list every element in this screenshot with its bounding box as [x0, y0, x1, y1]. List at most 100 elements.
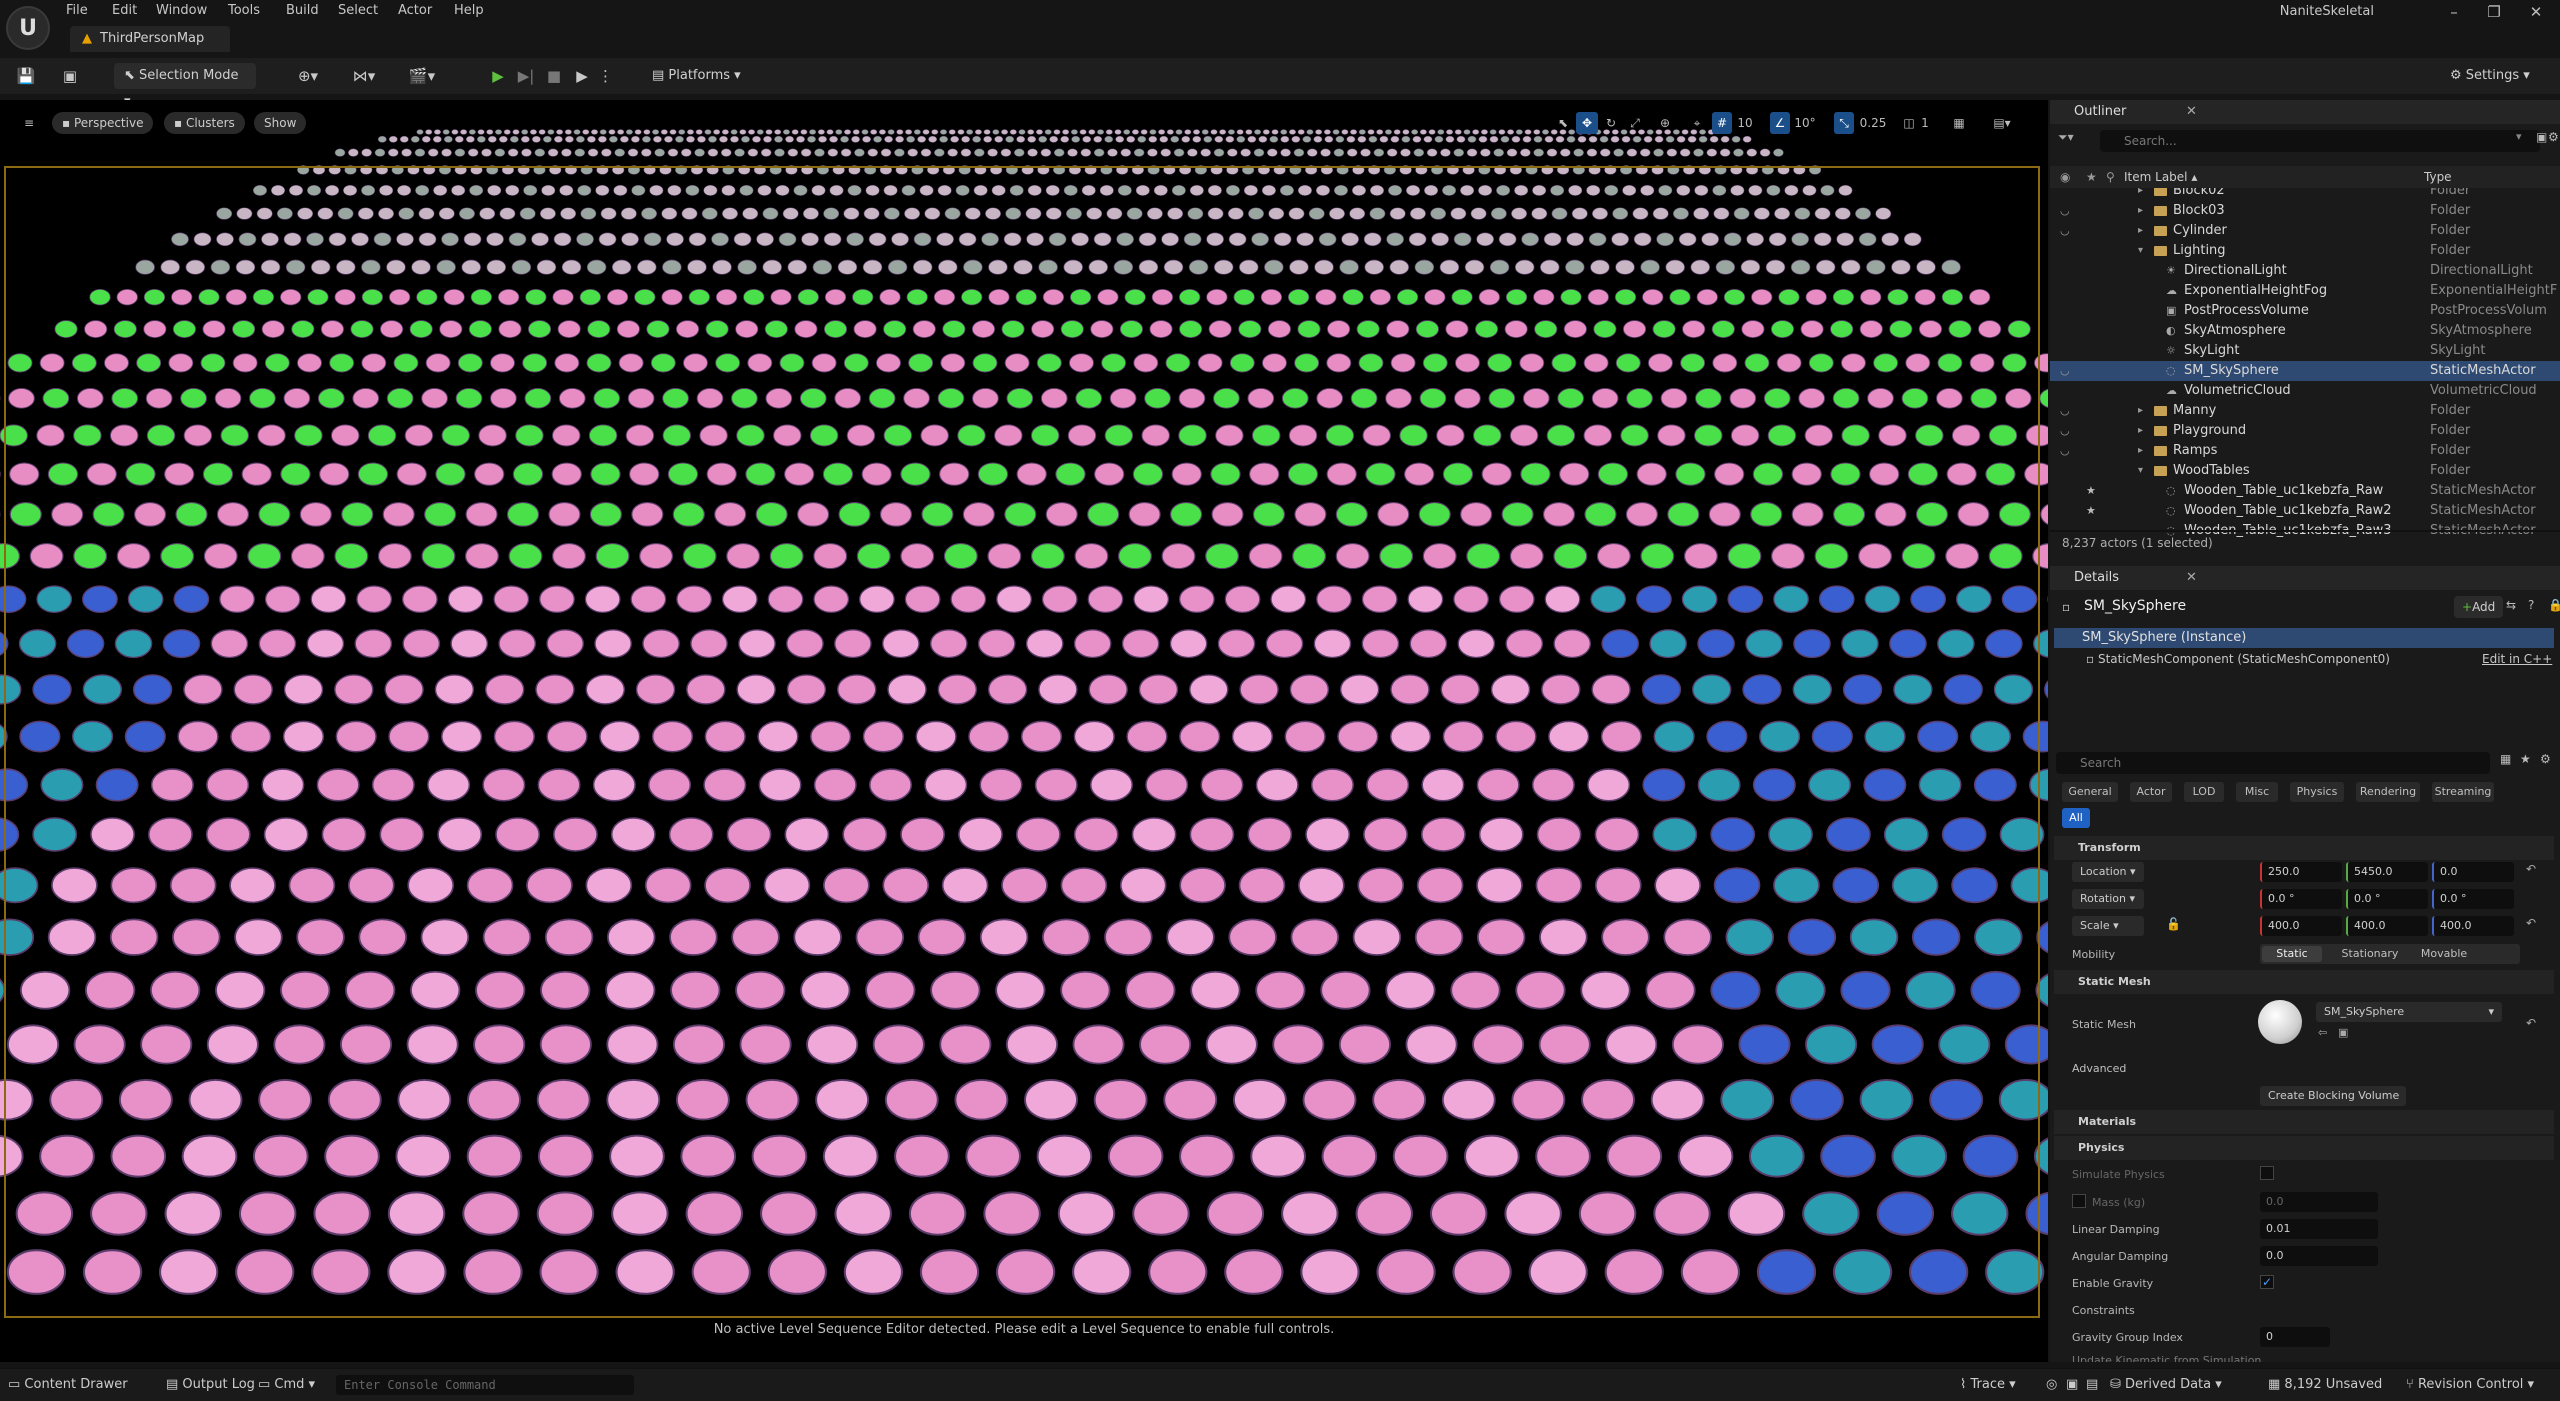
rotation-x-field[interactable]: 0.0 °: [2260, 889, 2342, 909]
surface-snap-icon[interactable]: ⌖: [1686, 112, 1708, 134]
expand-arrow-icon[interactable]: ▸: [2138, 188, 2143, 201]
menu-window[interactable]: Window: [156, 0, 207, 22]
visibility-eye-icon[interactable]: ◡: [2060, 441, 2070, 461]
visibility-column-icon[interactable]: ◉: [2060, 166, 2070, 188]
angular-damping-field[interactable]: 0.0: [2260, 1246, 2378, 1266]
screenshot-icon[interactable]: ▣: [2066, 1374, 2078, 1396]
blueprint-icon[interactable]: ⋈▾: [346, 64, 382, 88]
snapshot-icon[interactable]: ◎: [2046, 1374, 2057, 1396]
play-icon[interactable]: ▶: [486, 64, 510, 88]
scale-snap-value[interactable]: 0.25: [1856, 112, 1890, 134]
category-actor[interactable]: Actor: [2130, 782, 2172, 802]
gravity-group-field[interactable]: 0: [2260, 1327, 2330, 1347]
outliner-row[interactable]: ▾LightingFolder: [2050, 241, 2560, 261]
record-icon[interactable]: ▤: [2086, 1374, 2098, 1396]
outliner-row[interactable]: ◡▸CylinderFolder: [2050, 221, 2560, 241]
expand-arrow-icon[interactable]: ▸: [2138, 441, 2143, 461]
mass-override-checkbox[interactable]: [2072, 1194, 2086, 1208]
camera-speed-value[interactable]: 1: [1918, 112, 1932, 134]
visibility-eye-icon[interactable]: ◡: [2060, 401, 2070, 421]
outliner-row[interactable]: ☼SkyLightSkyLight: [2050, 341, 2560, 361]
menu-build[interactable]: Build: [286, 0, 319, 22]
unreal-logo-icon[interactable]: U: [6, 6, 50, 50]
cinematics-icon[interactable]: 🎬▾: [402, 64, 442, 88]
mobility-stationary[interactable]: Stationary: [2332, 946, 2408, 962]
enable-gravity-checkbox[interactable]: ✓: [2260, 1275, 2274, 1289]
materials-section[interactable]: Materials: [2054, 1110, 2554, 1134]
rotation-dropdown[interactable]: Rotation ▾: [2072, 889, 2144, 909]
expand-arrow-icon[interactable]: ▾: [2138, 241, 2143, 261]
scale-snap-icon[interactable]: ⤡: [1834, 112, 1854, 134]
category-lod[interactable]: LOD: [2184, 782, 2224, 802]
show-button[interactable]: Show: [254, 112, 306, 134]
play-options-icon[interactable]: ⋮: [598, 64, 612, 88]
location-x-field[interactable]: 250.0: [2260, 862, 2342, 882]
static-mesh-picker[interactable]: SM_SkySphere▾: [2316, 1002, 2502, 1022]
expand-arrow-icon[interactable]: ▸: [2138, 221, 2143, 241]
viewport-menu-icon[interactable]: ≡: [16, 112, 42, 134]
category-general[interactable]: General: [2062, 782, 2118, 802]
save-icon[interactable]: 💾: [14, 64, 38, 88]
property-matrix-icon[interactable]: ▦: [2500, 752, 2511, 766]
category-streaming[interactable]: Streaming: [2432, 782, 2494, 802]
scale-x-field[interactable]: 400.0: [2260, 916, 2342, 936]
search-dropdown-icon[interactable]: ▾: [2516, 130, 2522, 143]
outliner-settings-icon[interactable]: ⚙: [2548, 130, 2559, 144]
browse-asset-icon[interactable]: ▣: [2338, 1026, 2348, 1039]
close-window-button[interactable]: ✕: [2518, 2, 2554, 22]
help-icon[interactable]: ?: [2528, 598, 2534, 612]
component-row[interactable]: ▫ StaticMeshComponent (StaticMeshCompone…: [2086, 652, 2390, 666]
view-mode-button[interactable]: ▪ Clusters: [164, 112, 245, 134]
menu-help[interactable]: Help: [454, 0, 484, 22]
static-mesh-section[interactable]: Static Mesh: [2054, 970, 2554, 994]
lock-column-icon[interactable]: ⚲: [2106, 166, 2115, 188]
reset-scale-icon[interactable]: ↶: [2526, 916, 2536, 930]
platforms-dropdown[interactable]: ▤ Platforms ▾: [642, 63, 752, 89]
outliner-row[interactable]: ★◌Wooden_Table_uc1kebzfa_RawStaticMeshAc…: [2050, 481, 2560, 501]
camera-speed-icon[interactable]: ◫: [1898, 112, 1920, 134]
selection-mode-dropdown[interactable]: ⬉ Selection Mode ▾: [114, 63, 256, 89]
filter-icon[interactable]: ⏷▾: [2058, 130, 2074, 145]
scale-y-field[interactable]: 400.0: [2346, 916, 2428, 936]
type-column[interactable]: Type: [2424, 166, 2452, 188]
outliner-row[interactable]: ◡▸Block03Folder: [2050, 201, 2560, 221]
outliner-row[interactable]: ▾WoodTablesFolder: [2050, 461, 2560, 481]
world-space-icon[interactable]: ⊕: [1654, 112, 1676, 134]
trace-dropdown[interactable]: ⌇ Trace ▾: [1960, 1374, 2016, 1396]
item-label-column[interactable]: Item Label ▴: [2124, 166, 2197, 188]
blueprint-convert-icon[interactable]: ⇆: [2506, 598, 2516, 612]
outliner-tab[interactable]: Outliner ✕: [2050, 100, 2560, 124]
rotation-y-field[interactable]: 0.0 °: [2346, 889, 2428, 909]
expand-arrow-icon[interactable]: ▸: [2138, 421, 2143, 441]
expand-arrow-icon[interactable]: ▸: [2138, 201, 2143, 221]
component-instance-row[interactable]: SM_SkySphere (Instance): [2054, 628, 2554, 648]
category-all[interactable]: All: [2062, 808, 2090, 828]
outliner-row[interactable]: ◡▸PlaygroundFolder: [2050, 421, 2560, 441]
outliner-search-input[interactable]: Search...: [2100, 130, 2540, 152]
revision-control-dropdown[interactable]: ⑂ Revision Control ▾: [2406, 1374, 2534, 1396]
outliner-row[interactable]: ◡◌SM_SkySphereStaticMeshActor: [2050, 361, 2560, 381]
outliner-row[interactable]: ◡▸RampsFolder: [2050, 441, 2560, 461]
pin-star-icon[interactable]: ★: [2086, 481, 2096, 501]
add-actor-icon[interactable]: ⊕▾: [290, 64, 326, 88]
constraints-toggle[interactable]: Constraints: [2072, 1304, 2135, 1317]
physics-section[interactable]: Physics: [2054, 1136, 2554, 1160]
close-details-icon[interactable]: ✕: [2186, 566, 2197, 590]
details-search-input[interactable]: Search: [2056, 752, 2490, 774]
settings-dropdown[interactable]: ⚙ Settings ▾: [2440, 63, 2550, 89]
use-selected-icon[interactable]: ⇦: [2318, 1026, 2327, 1039]
transform-section[interactable]: Transform: [2054, 836, 2554, 860]
outliner-row[interactable]: ★◌Wooden_Table_uc1kebzfa_Raw2StaticMeshA…: [2050, 501, 2560, 521]
outliner-row[interactable]: ▸Block02Folder: [2050, 188, 2560, 201]
mobility-movable[interactable]: Movable: [2412, 946, 2476, 962]
details-tab[interactable]: Details ✕: [2050, 566, 2560, 590]
expand-arrow-icon[interactable]: ▾: [2138, 461, 2143, 481]
viewport-layout-icon[interactable]: ▤▾: [1980, 112, 2024, 134]
advanced-toggle[interactable]: Advanced: [2072, 1062, 2126, 1075]
linear-damping-field[interactable]: 0.01: [2260, 1219, 2378, 1239]
rotation-snap-icon[interactable]: ∠: [1770, 112, 1790, 134]
create-blocking-volume-button[interactable]: Create Blocking Volume ▾: [2260, 1086, 2406, 1106]
maximize-button[interactable]: ❐: [2476, 2, 2512, 22]
outliner-row[interactable]: ◐SkyAtmosphereSkyAtmosphere: [2050, 321, 2560, 341]
rotation-snap-value[interactable]: 10°: [1792, 112, 1818, 134]
